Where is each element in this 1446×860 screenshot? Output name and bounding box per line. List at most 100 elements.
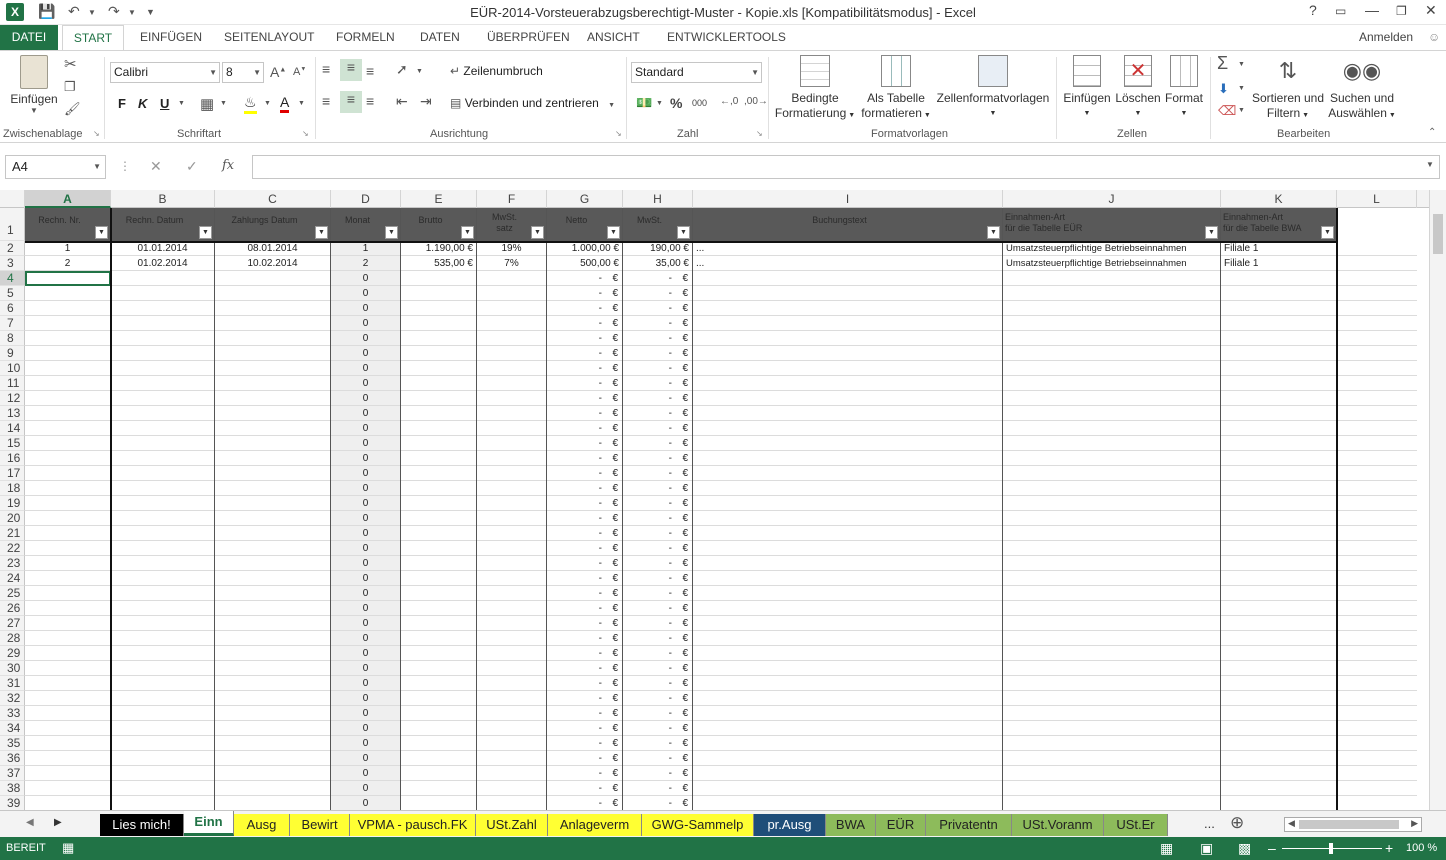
table-header-col-j[interactable]: Einnahmen-Art für die Tabelle EÜR ▼ xyxy=(1003,208,1221,241)
format-as-table-button[interactable]: Als Tabelle formatieren ▼ xyxy=(858,55,934,123)
cell-f3[interactable]: 7% xyxy=(477,256,547,271)
cell-a24[interactable] xyxy=(25,571,111,586)
cell-h39[interactable]: - € xyxy=(623,796,693,810)
sheet-tab-12[interactable]: USt.Voranm xyxy=(1012,814,1104,836)
table-header-col-h[interactable]: MwSt. ▼ xyxy=(623,208,693,241)
cell-a9[interactable] xyxy=(25,346,111,361)
cell-d23[interactable]: 0 xyxy=(331,556,401,571)
cell-e2[interactable]: 1.190,00 € xyxy=(401,241,477,256)
cell-f32[interactable] xyxy=(477,691,547,706)
formula-input[interactable] xyxy=(252,155,1440,179)
cell-g27[interactable]: - € xyxy=(547,616,623,631)
cell-c33[interactable] xyxy=(215,706,331,721)
cell-b13[interactable] xyxy=(111,406,215,421)
row-header-31[interactable]: 31 xyxy=(0,676,25,691)
cell-k12[interactable] xyxy=(1221,391,1337,406)
cell-a22[interactable] xyxy=(25,541,111,556)
cell-f24[interactable] xyxy=(477,571,547,586)
zoom-level[interactable]: 100 % xyxy=(1406,842,1437,854)
cell-g4[interactable]: - € xyxy=(547,271,623,286)
cell-b11[interactable] xyxy=(111,376,215,391)
cell-g14[interactable]: - € xyxy=(547,421,623,436)
restore-icon[interactable]: ❐ xyxy=(1396,4,1407,18)
cell-i2[interactable]: ... xyxy=(693,241,1003,256)
format-cells-button[interactable]: Format ▼ xyxy=(1162,55,1206,121)
row-header-39[interactable]: 39 xyxy=(0,796,25,810)
cell-b39[interactable] xyxy=(111,796,215,810)
cell-b38[interactable] xyxy=(111,781,215,796)
sheet-tab-6[interactable]: Anlageverm xyxy=(548,814,642,836)
cell-d25[interactable]: 0 xyxy=(331,586,401,601)
cell-g2[interactable]: 1.000,00 € xyxy=(547,241,623,256)
cell-d11[interactable]: 0 xyxy=(331,376,401,391)
cell-f13[interactable] xyxy=(477,406,547,421)
grow-font-icon[interactable]: A▲ xyxy=(270,64,286,80)
table-header-col-i[interactable]: Buchungstext ▼ xyxy=(693,208,1003,241)
decrease-decimal-icon[interactable]: ,00→ xyxy=(744,96,768,107)
cell-h29[interactable]: - € xyxy=(623,646,693,661)
cell-c34[interactable] xyxy=(215,721,331,736)
column-header-a[interactable]: A xyxy=(25,190,111,208)
cell-h21[interactable]: - € xyxy=(623,526,693,541)
cell-e8[interactable] xyxy=(401,331,477,346)
decrease-indent-icon[interactable]: ⇤ xyxy=(396,93,408,110)
cell-k13[interactable] xyxy=(1221,406,1337,421)
cell-g30[interactable]: - € xyxy=(547,661,623,676)
row-header-38[interactable]: 38 xyxy=(0,781,25,796)
cell-e14[interactable] xyxy=(401,421,477,436)
insert-cells-button[interactable]: Einfügen ▼ xyxy=(1060,55,1114,121)
cell-f31[interactable] xyxy=(477,676,547,691)
cell-j35[interactable] xyxy=(1003,736,1221,751)
cell-f8[interactable] xyxy=(477,331,547,346)
cell-h34[interactable]: - € xyxy=(623,721,693,736)
row-header-36[interactable]: 36 xyxy=(0,751,25,766)
cell-h5[interactable]: - € xyxy=(623,286,693,301)
cell-d21[interactable]: 0 xyxy=(331,526,401,541)
cell-g3[interactable]: 500,00 € xyxy=(547,256,623,271)
cell-d17[interactable]: 0 xyxy=(331,466,401,481)
cell-a23[interactable] xyxy=(25,556,111,571)
conditional-formatting-button[interactable]: Bedingte Formatierung ▼ xyxy=(772,55,858,123)
cell-h28[interactable]: - € xyxy=(623,631,693,646)
row-header-4[interactable]: 4 xyxy=(0,271,25,286)
cell-a32[interactable] xyxy=(25,691,111,706)
cell-b2[interactable]: 01.01.2014 xyxy=(111,241,215,256)
cell-k15[interactable] xyxy=(1221,436,1337,451)
tab-datei[interactable]: DATEI xyxy=(0,25,58,50)
filter-dropdown-icon[interactable]: ▼ xyxy=(607,226,620,239)
cell-i4[interactable] xyxy=(693,271,1003,286)
filter-dropdown-icon[interactable]: ▼ xyxy=(315,226,328,239)
cell-j32[interactable] xyxy=(1003,691,1221,706)
cell-f30[interactable] xyxy=(477,661,547,676)
tab-einfuegen[interactable]: EINFÜGEN xyxy=(132,25,210,50)
cell-b22[interactable] xyxy=(111,541,215,556)
cell-d10[interactable]: 0 xyxy=(331,361,401,376)
cell-i33[interactable] xyxy=(693,706,1003,721)
cell-g36[interactable]: - € xyxy=(547,751,623,766)
bold-button[interactable]: F xyxy=(118,96,126,111)
shrink-font-icon[interactable]: A▼ xyxy=(293,66,306,78)
cell-b6[interactable] xyxy=(111,301,215,316)
cell-d4[interactable]: 0 xyxy=(331,271,401,286)
cell-d13[interactable]: 0 xyxy=(331,406,401,421)
cell-c37[interactable] xyxy=(215,766,331,781)
table-header-col-c[interactable]: Zahlungs Datum ▼ xyxy=(215,208,331,241)
cell-c11[interactable] xyxy=(215,376,331,391)
cell-j6[interactable] xyxy=(1003,301,1221,316)
row-header-20[interactable]: 20 xyxy=(0,511,25,526)
sheet-tab-5[interactable]: USt.Zahl xyxy=(476,814,548,836)
cell-j20[interactable] xyxy=(1003,511,1221,526)
cell-d5[interactable]: 0 xyxy=(331,286,401,301)
cell-h31[interactable]: - € xyxy=(623,676,693,691)
cell-i27[interactable] xyxy=(693,616,1003,631)
copy-icon[interactable]: ❐ xyxy=(64,79,76,95)
fill-dropdown-icon[interactable]: ▼ xyxy=(1238,85,1245,92)
name-box[interactable]: A4 ▼ xyxy=(5,155,106,179)
cell-d29[interactable]: 0 xyxy=(331,646,401,661)
cell-i10[interactable] xyxy=(693,361,1003,376)
row-header-9[interactable]: 9 xyxy=(0,346,25,361)
cell-c39[interactable] xyxy=(215,796,331,810)
vertical-scrollbar[interactable] xyxy=(1429,190,1446,810)
cell-a37[interactable] xyxy=(25,766,111,781)
orientation-dropdown-icon[interactable]: ▼ xyxy=(416,68,423,75)
